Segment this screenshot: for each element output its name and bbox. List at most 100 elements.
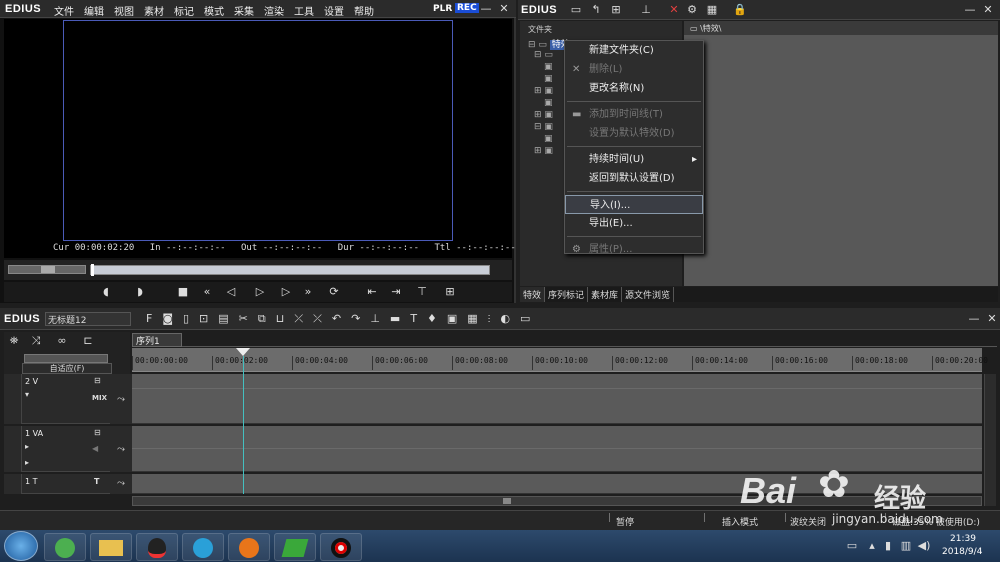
insert-icon[interactable]: ⇤	[364, 285, 380, 299]
position-cursor[interactable]	[91, 264, 94, 276]
step-back-icon[interactable]: ◁	[223, 285, 239, 299]
mix-label[interactable]: MIX	[92, 394, 107, 402]
playhead-marker[interactable]	[236, 348, 250, 356]
expand-icon[interactable]: ▸	[25, 442, 29, 451]
project-name[interactable]: 无标题12	[45, 312, 131, 326]
start-button[interactable]	[4, 531, 38, 561]
step-forward-icon[interactable]: ▷	[278, 285, 294, 299]
track-sync-col[interactable]: ⤳	[110, 474, 132, 494]
track-lock-col[interactable]	[4, 374, 22, 424]
menu-item[interactable]: 渲染	[264, 7, 284, 18]
play-icon[interactable]: ▷	[252, 285, 268, 299]
context-menu-item[interactable]: 导入(I)...	[565, 195, 703, 214]
lock-icon[interactable]: 🔒	[732, 3, 748, 17]
set-in-icon[interactable]: ◖	[98, 285, 114, 299]
tree-item[interactable]: ⊟ ▣	[534, 121, 553, 133]
close-icon[interactable]: ✕	[496, 2, 512, 16]
context-menu-item[interactable]: 返回到默认设置(D)	[565, 169, 703, 188]
menu-item[interactable]: 视图	[114, 7, 134, 18]
track-mode-icon[interactable]: ⛯	[6, 334, 22, 348]
track-1va-header[interactable]: 1 VA ⊟ ▸ ▸ ◀	[22, 426, 110, 472]
stop-icon[interactable]: ■	[175, 285, 191, 299]
position-bar[interactable]	[90, 264, 490, 276]
tree-item[interactable]: ⊞ ▣	[534, 85, 553, 97]
zoom-mode-select[interactable]: 自适应(F)	[22, 363, 112, 374]
track-lock-col[interactable]	[4, 426, 22, 472]
minimize-icon[interactable]: —	[962, 3, 978, 17]
menu-item[interactable]: 采集	[234, 7, 254, 18]
up-folder-icon[interactable]: ↰	[588, 3, 604, 17]
clock-date[interactable]: 2018/9/4	[942, 547, 982, 557]
task-explorer-icon[interactable]	[90, 533, 132, 561]
clock-time[interactable]: 21:39	[950, 534, 976, 544]
tray-expand-icon[interactable]: ▴	[864, 539, 880, 553]
rewind-icon[interactable]: «	[199, 285, 215, 299]
monitor-icon[interactable]: ⊟	[94, 428, 101, 437]
context-menu-item[interactable]: 新建文件夹(C)	[565, 41, 703, 60]
time-ruler[interactable]: 00:00:00:00 00:00:02:00 00:00:04:00 00:00:0…	[132, 348, 988, 372]
task-qq-icon[interactable]	[136, 533, 178, 561]
menu-item[interactable]: 编辑	[84, 7, 104, 18]
task-recorder-icon[interactable]	[320, 533, 362, 561]
sequence-tab[interactable]: 序列1	[132, 333, 182, 347]
task-360-icon[interactable]	[44, 533, 86, 561]
group-icon[interactable]: ⊏	[80, 334, 96, 348]
overwrite-icon[interactable]: ⇥	[388, 285, 404, 299]
context-menu-item[interactable]: 持续时间(U) ▸	[565, 150, 703, 169]
tree-item[interactable]: ⊞ ▣	[534, 145, 553, 157]
close-icon[interactable]: ✕	[984, 312, 1000, 326]
add-to-timeline-icon[interactable]: ⊥	[638, 3, 654, 17]
menu-item[interactable]: 工具	[294, 7, 314, 18]
task-edius-icon[interactable]	[274, 533, 316, 561]
track-2v-lane[interactable]	[132, 374, 982, 424]
link-icon[interactable]: ∞	[54, 334, 70, 348]
track-sync-col[interactable]: ⤳	[110, 374, 132, 424]
loop-icon[interactable]: ⟳	[326, 285, 342, 299]
tray-device-icon[interactable]: ▮	[880, 539, 896, 553]
shuttle-slider[interactable]	[8, 265, 86, 274]
task-firefox-icon[interactable]	[228, 533, 270, 561]
menu-item[interactable]: 模式	[204, 7, 224, 18]
bin-tab[interactable]: 特效	[520, 287, 546, 302]
tree-item[interactable]: ▣	[534, 97, 553, 109]
sync-icon[interactable]: ⤨	[28, 334, 44, 348]
speaker-icon[interactable]: ◀	[92, 444, 98, 453]
expand-icon[interactable]: ▾	[25, 390, 29, 399]
folder-icon[interactable]: ▭	[568, 3, 584, 17]
tree-item[interactable]: ▣	[534, 61, 553, 73]
trim-icon[interactable]: ⊤	[414, 285, 430, 299]
plr-label[interactable]: PLR	[433, 4, 452, 14]
bin-tab[interactable]: 序列标记	[545, 287, 589, 302]
properties-icon[interactable]: ⚙	[684, 3, 700, 17]
context-menu-item[interactable]: 更改名称(N)	[565, 79, 703, 98]
rec-label[interactable]: REC	[455, 3, 479, 13]
context-menu-item[interactable]: 导出(E)...	[565, 214, 703, 233]
shuttle-handle[interactable]	[41, 266, 55, 273]
tree-item[interactable]: ▣	[534, 73, 553, 85]
set-out-icon[interactable]: ◗	[132, 285, 148, 299]
tree-item[interactable]: ▣	[534, 133, 553, 145]
bin-tab[interactable]: 源文件浏览	[622, 287, 675, 302]
track-lock-col[interactable]	[4, 474, 22, 494]
menu-item[interactable]: 设置	[324, 7, 344, 18]
expand-icon[interactable]: ▸	[25, 458, 29, 467]
bin-tab[interactable]: 素材库	[588, 287, 623, 302]
tree-item[interactable]: ⊟ ▭	[534, 49, 553, 61]
close-icon[interactable]: ✕	[980, 3, 996, 17]
menu-item[interactable]: 标记	[174, 7, 194, 18]
view-icon[interactable]: ▦	[704, 3, 720, 17]
scroll-thumb[interactable]	[503, 498, 511, 504]
fast-forward-icon[interactable]: »	[300, 285, 316, 299]
minimize-icon[interactable]: —	[966, 312, 982, 326]
task-media-icon[interactable]	[182, 533, 224, 561]
menu-item[interactable]: 文件	[54, 7, 74, 18]
zoom-bar[interactable]	[24, 354, 108, 363]
monitor-icon[interactable]: ⊟	[94, 376, 101, 385]
delete-icon[interactable]: ✕	[666, 3, 682, 17]
tray-volume-icon[interactable]: ◀)	[916, 539, 932, 553]
minimize-icon[interactable]: —	[478, 2, 494, 16]
timeline-v-scrollbar[interactable]	[984, 374, 996, 506]
track-1t-header[interactable]: 1 T T	[22, 474, 110, 494]
new-folder-icon[interactable]: ⊞	[608, 3, 624, 17]
menu-item[interactable]: 素材	[144, 7, 164, 18]
